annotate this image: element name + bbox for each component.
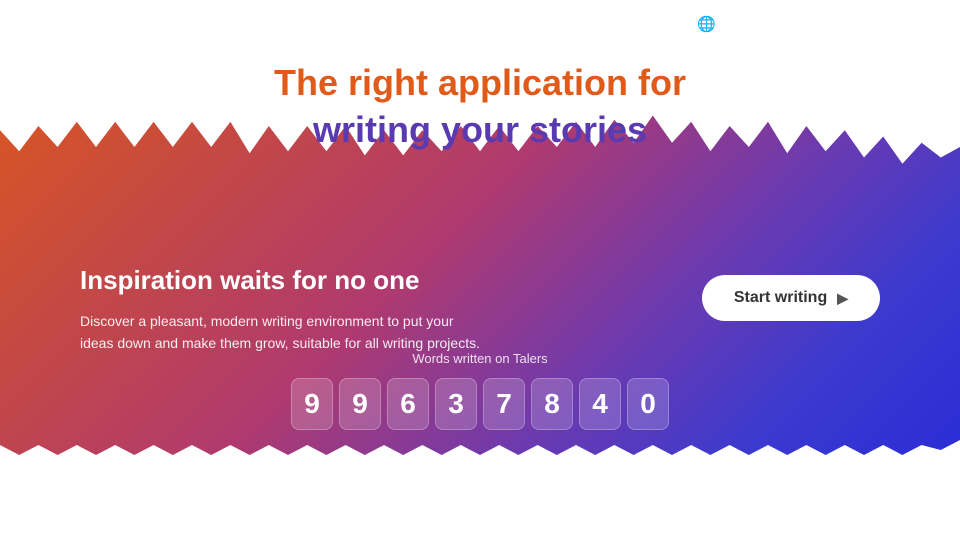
digit-box: 3: [435, 378, 477, 430]
login-button[interactable]: Log in: [794, 17, 829, 32]
nav-item-contact[interactable]: Contact: [570, 17, 615, 32]
middle-heading: Inspiration waits for no one: [80, 265, 480, 296]
start-writing-label: Start writing: [734, 289, 827, 307]
signup-button[interactable]: Sign up: [858, 11, 936, 38]
arrow-icon: ▶: [837, 290, 848, 307]
hero-title-line1: The right application for: [274, 62, 686, 103]
start-writing-button[interactable]: Start writing ▶: [702, 275, 880, 321]
nav-item-roadmap[interactable]: Roadmap: [418, 17, 474, 32]
nav-item-blog[interactable]: Blog: [643, 17, 669, 32]
nav-divider: [765, 15, 766, 33]
torn-paper-bottom: [0, 440, 960, 540]
middle-left: Inspiration waits for no one Discover a …: [80, 265, 480, 355]
counter-section: Words written on Talers 99637840: [0, 351, 960, 430]
nav-item-pricing[interactable]: Pricing: [503, 17, 543, 32]
digit-box: 8: [531, 378, 573, 430]
digit-box: 9: [339, 378, 381, 430]
digit-box: 9: [291, 378, 333, 430]
counter-label: Words written on Talers: [0, 351, 960, 366]
digit-box: 0: [627, 378, 669, 430]
counter-digits: 99637840: [0, 378, 960, 430]
logo-icon: [24, 13, 46, 35]
hero-title: The right application for writing your s…: [0, 60, 960, 154]
middle-section: Inspiration waits for no one Discover a …: [0, 225, 960, 355]
middle-description: Discover a pleasant, modern writing envi…: [80, 310, 480, 355]
digit-box: 4: [579, 378, 621, 430]
logo[interactable]: Talers: [24, 13, 101, 35]
middle-right: Start writing ▶: [702, 265, 880, 321]
hero-title-line2: writing your stories: [313, 109, 647, 150]
digit-box: 6: [387, 378, 429, 430]
nav-links: Our values Roadmap Pricing Contact Blog …: [327, 11, 936, 38]
digit-box: 7: [483, 378, 525, 430]
nav-item-our-values[interactable]: Our values: [327, 17, 390, 32]
language-selector[interactable]: 🌐 A ▾: [697, 15, 737, 33]
navbar: Talers Our values Roadmap Pricing Contac…: [0, 0, 960, 48]
hero-section: The right application for writing your s…: [0, 60, 960, 154]
logo-text: Talers: [52, 14, 101, 34]
